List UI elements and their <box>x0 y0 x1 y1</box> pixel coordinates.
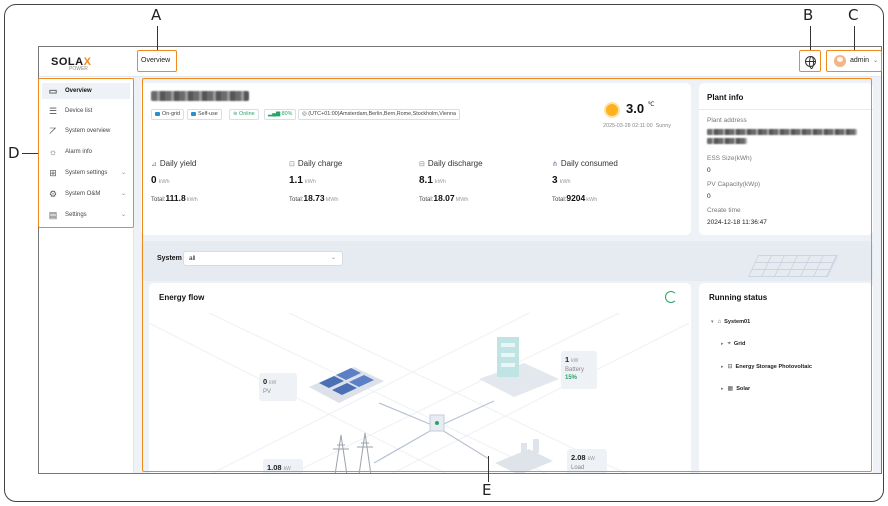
annotation-label-b: B <box>803 6 814 24</box>
annotation-pointer-d <box>22 153 38 154</box>
annotation-pointer-c <box>854 26 855 50</box>
annotation-pointer-b <box>810 26 811 50</box>
annotation-label-a: A <box>151 6 162 24</box>
manual-figure: SOLAX POWER Overview admin ⌄ ▭ Overview … <box>0 0 888 506</box>
annotation-label-d: D <box>8 144 20 162</box>
highlight-user <box>826 50 882 72</box>
highlight-sidebar <box>38 78 134 228</box>
annotation-label-c: C <box>848 6 859 24</box>
annotation-label-e: E <box>482 481 492 499</box>
highlight-main-area <box>142 78 872 472</box>
highlight-breadcrumb <box>137 50 177 72</box>
annotation-pointer-e <box>488 456 489 482</box>
logo-subtitle: POWER <box>69 66 88 72</box>
annotation-pointer-a <box>157 26 158 50</box>
highlight-language <box>799 50 821 72</box>
